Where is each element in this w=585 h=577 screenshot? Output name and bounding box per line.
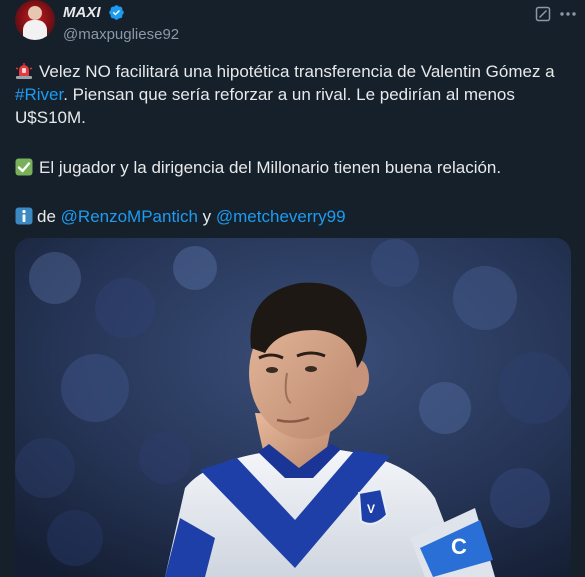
verified-badge-icon bbox=[109, 5, 124, 20]
author-display-name[interactable]: MAXI bbox=[63, 4, 101, 21]
grok-icon[interactable] bbox=[535, 6, 551, 22]
tweet-p1-text: Velez NO facilitará una hipotética trans… bbox=[39, 62, 555, 81]
svg-text:C: C bbox=[451, 534, 467, 559]
information-emoji bbox=[15, 207, 33, 225]
hashtag-link[interactable]: #River bbox=[15, 85, 63, 104]
football-player-photo: V C bbox=[15, 238, 571, 577]
tweet-p3-conjunction: y bbox=[202, 207, 212, 226]
police-light-emoji bbox=[15, 63, 33, 79]
mention-link-1[interactable]: @RenzoMPantich bbox=[61, 207, 198, 226]
tweet-media-photo[interactable]: V C bbox=[15, 238, 571, 577]
tweet-paragraph-2: El jugador y la dirigencia del Millonari… bbox=[15, 156, 575, 179]
author-handle[interactable]: @maxpugliese92 bbox=[63, 26, 179, 43]
tweet-p1-text-end: . Piensan que sería reforzar a un rival.… bbox=[15, 85, 515, 127]
tweet-p3-prefix: de bbox=[37, 207, 56, 226]
svg-text:V: V bbox=[367, 502, 375, 516]
avatar-face bbox=[28, 6, 42, 20]
avatar-shirt bbox=[23, 20, 47, 40]
white-check-mark-emoji bbox=[15, 158, 33, 176]
tweet-p2-text: El jugador y la dirigencia del Millonari… bbox=[39, 158, 502, 177]
tweet-paragraph-1: Velez NO facilitará una hipotética trans… bbox=[15, 60, 575, 129]
more-options-icon[interactable] bbox=[558, 4, 578, 24]
tweet-header: MAXI @maxpugliese92 bbox=[0, 0, 585, 50]
mention-link-2[interactable]: @metcheverry99 bbox=[216, 207, 346, 226]
avatar[interactable] bbox=[15, 0, 55, 40]
tweet-paragraph-3: de @RenzoMPantich y @metcheverry99 bbox=[15, 205, 575, 228]
